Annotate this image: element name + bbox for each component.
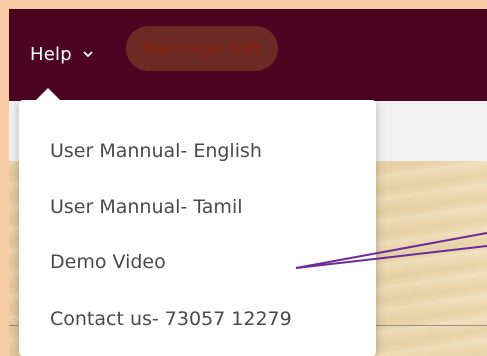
- annotation-arrow: [295, 232, 487, 269]
